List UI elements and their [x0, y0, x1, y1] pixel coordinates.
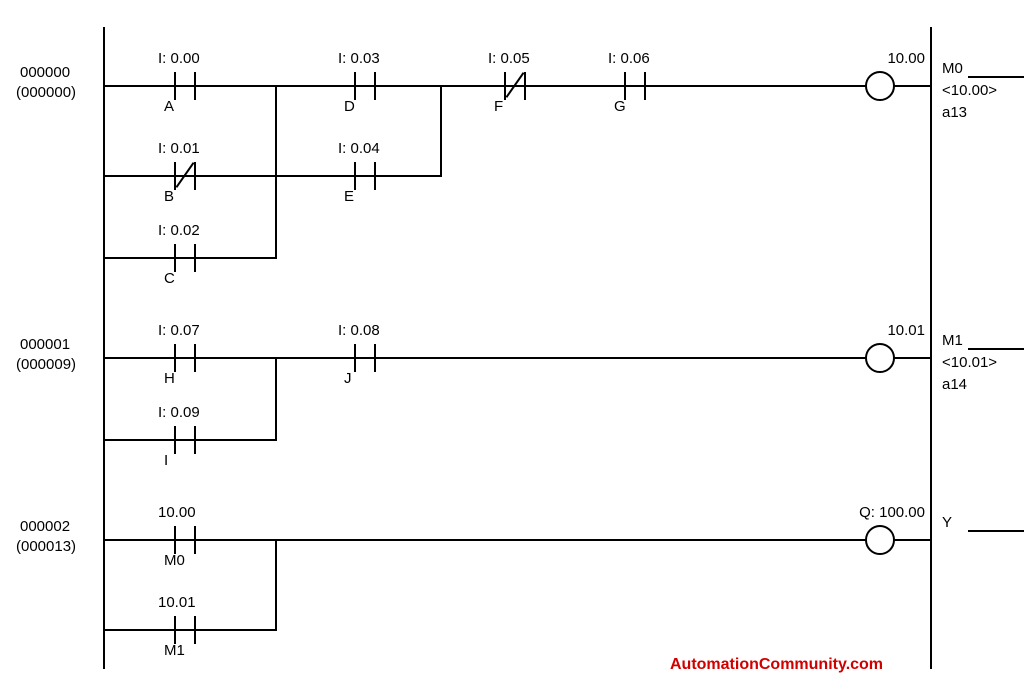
contact-G — [600, 72, 670, 100]
contact-addr-M0: 10.00 — [158, 504, 196, 521]
contact-name-H: H — [164, 370, 175, 387]
coil-lead-2 — [893, 539, 930, 541]
contact-C — [150, 244, 220, 272]
branch-v-1-1 — [275, 357, 277, 441]
coil-M1 — [865, 343, 895, 373]
contact-H — [150, 344, 220, 372]
contact-name-M1: M1 — [164, 642, 185, 659]
out-tag-0: a13 — [942, 104, 967, 121]
contact-B — [150, 162, 220, 190]
contact-name-I: I — [164, 452, 168, 469]
rung-sub-1: (000009) — [16, 356, 76, 373]
contact-name-C: C — [164, 270, 175, 287]
out-name-ul-1 — [968, 348, 1024, 350]
contact-I — [150, 426, 220, 454]
contact-name-J: J — [344, 370, 352, 387]
rung-sub-2: (000013) — [16, 538, 76, 555]
contact-E — [330, 162, 400, 190]
out-name-1: M1 — [942, 332, 963, 349]
coil-M0 — [865, 71, 895, 101]
contact-addr-I: I: 0.09 — [158, 404, 200, 421]
left-rail — [103, 27, 105, 669]
contact-addr-G: I: 0.06 — [608, 50, 650, 67]
rung-main-1 — [103, 357, 930, 359]
branch-v-abc — [275, 85, 277, 259]
coil-addr-1: 10.01 — [825, 322, 925, 339]
rung-main-2 — [103, 539, 930, 541]
rung-num-1: 000001 — [20, 336, 70, 353]
contact-name-F: F — [494, 98, 503, 115]
watermark-text: AutomationCommunity.com — [670, 656, 883, 674]
out-name-ul-2 — [968, 530, 1024, 532]
ladder-diagram: AutomationCommunity.com 000000 (000000) I:… — [0, 0, 1024, 696]
contact-addr-M1: 10.01 — [158, 594, 196, 611]
rung-num-2: 000002 — [20, 518, 70, 535]
out-name-2: Y — [942, 514, 952, 531]
contact-addr-H: I: 0.07 — [158, 322, 200, 339]
branch-v-2-1 — [275, 539, 277, 631]
contact-addr-D: I: 0.03 — [338, 50, 380, 67]
contact-name-M0: M0 — [164, 552, 185, 569]
contact-name-A: A — [164, 98, 174, 115]
out-val-0: <10.00> — [942, 82, 997, 99]
contact-F — [480, 72, 550, 100]
contact-D — [330, 72, 400, 100]
rung-num-0: 000000 — [20, 64, 70, 81]
branch-v-0-1 — [440, 85, 442, 177]
rung-sub-0: (000000) — [16, 84, 76, 101]
right-rail — [930, 27, 932, 669]
out-name-0: M0 — [942, 60, 963, 77]
coil-Y — [865, 525, 895, 555]
out-val-1: <10.01> — [942, 354, 997, 371]
contact-addr-E: I: 0.04 — [338, 140, 380, 157]
contact-name-D: D — [344, 98, 355, 115]
contact-M1 — [150, 616, 220, 644]
contact-J — [330, 344, 400, 372]
contact-name-B: B — [164, 188, 174, 205]
contact-addr-J: I: 0.08 — [338, 322, 380, 339]
out-name-ul-0 — [968, 76, 1024, 78]
contact-A — [150, 72, 220, 100]
coil-lead-1 — [893, 357, 930, 359]
contact-name-G: G — [614, 98, 626, 115]
coil-addr-2: Q: 100.00 — [825, 504, 925, 521]
out-tag-1: a14 — [942, 376, 967, 393]
contact-addr-B: I: 0.01 — [158, 140, 200, 157]
contact-addr-A: I: 0.00 — [158, 50, 200, 67]
coil-addr-0: 10.00 — [825, 50, 925, 67]
contact-name-E: E — [344, 188, 354, 205]
contact-M0 — [150, 526, 220, 554]
contact-addr-C: I: 0.02 — [158, 222, 200, 239]
coil-lead-0 — [893, 85, 930, 87]
contact-addr-F: I: 0.05 — [488, 50, 530, 67]
